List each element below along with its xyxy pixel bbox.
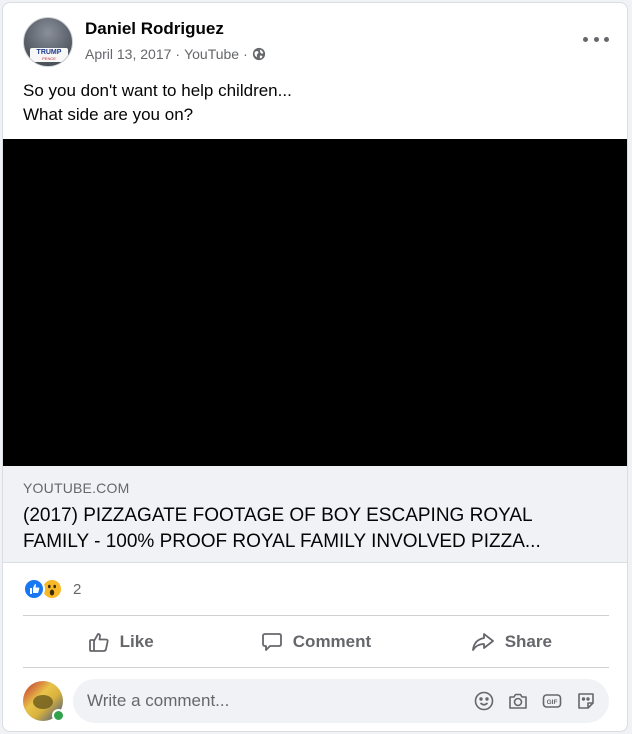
comment-placeholder: Write a comment... <box>87 691 230 710</box>
post-source: YouTube <box>184 46 240 62</box>
divider <box>23 667 609 668</box>
message-line: What side are you on? <box>23 105 194 124</box>
link-domain: YOUTUBE.COM <box>23 480 130 496</box>
reaction-count: 2 <box>73 580 82 598</box>
share-button[interactable]: Share <box>414 621 609 663</box>
link-title[interactable]: (2017) PIZZAGATE FOOTAGE OF BOY ESCAPING… <box>23 503 613 555</box>
sticker-icon[interactable] <box>575 690 597 712</box>
avatar-emblem <box>33 695 53 709</box>
avatar-campaign-sign: TRUMP PENCE <box>30 48 68 62</box>
share-label: Share <box>504 632 552 651</box>
link-preview[interactable]: YOUTUBE.COM (2017) PIZZAGATE FOOTAGE OF … <box>3 466 627 563</box>
avatar-sign-top-text: TRUMP <box>36 49 62 56</box>
online-status-badge <box>52 709 65 722</box>
like-button[interactable]: Like <box>23 621 218 663</box>
share-icon <box>471 633 494 651</box>
svg-text:GIF: GIF <box>547 699 558 706</box>
more-options-button[interactable] <box>583 31 609 47</box>
link-title-line: (2017) PIZZAGATE FOOTAGE OF BOY ESCAPING… <box>23 505 533 526</box>
post-header: TRUMP PENCE Daniel Rodriguez April 13, 2… <box>3 3 627 73</box>
video-player[interactable] <box>3 139 627 466</box>
author-avatar[interactable]: TRUMP PENCE <box>23 17 73 67</box>
meta-separator: · <box>175 46 181 62</box>
post-meta: April 13, 2017 · YouTube · <box>85 46 266 62</box>
more-dot <box>604 36 609 42</box>
comment-label: Comment <box>292 632 372 651</box>
post-message: So you don't want to help children... Wh… <box>23 79 292 127</box>
link-title-line: FAMILY - 100% PROOF ROYAL FAMILY INVOLVE… <box>23 531 541 552</box>
camera-icon[interactable] <box>507 690 529 712</box>
like-icon <box>88 633 109 652</box>
comment-button[interactable]: Comment <box>218 621 413 663</box>
like-label: Like <box>119 632 154 651</box>
avatar-sign-bottom-text: PENCE <box>42 56 56 61</box>
gif-icon[interactable]: GIF <box>541 690 563 712</box>
more-dot <box>593 36 599 42</box>
post-card: TRUMP PENCE Daniel Rodriguez April 13, 2… <box>2 2 628 732</box>
reactions-summary[interactable]: 2 <box>23 575 81 603</box>
like-reaction-icon <box>23 578 45 600</box>
message-line: So you don't want to help children... <box>23 81 292 100</box>
post-actions: Like Comment Share <box>23 621 609 663</box>
emoji-icon[interactable] <box>473 690 495 712</box>
post-date[interactable]: April 13, 2017 <box>85 46 171 62</box>
more-dot <box>583 36 588 42</box>
author-name[interactable]: Daniel Rodriguez <box>85 19 224 39</box>
meta-separator: · <box>243 46 248 62</box>
comment-icon <box>261 633 282 651</box>
divider <box>23 615 609 616</box>
globe-icon <box>252 47 265 61</box>
comment-input[interactable]: Write a comment... GIF <box>73 679 609 723</box>
comment-tools: GIF <box>473 690 597 712</box>
comment-composer: Write a comment... GIF <box>23 679 609 723</box>
